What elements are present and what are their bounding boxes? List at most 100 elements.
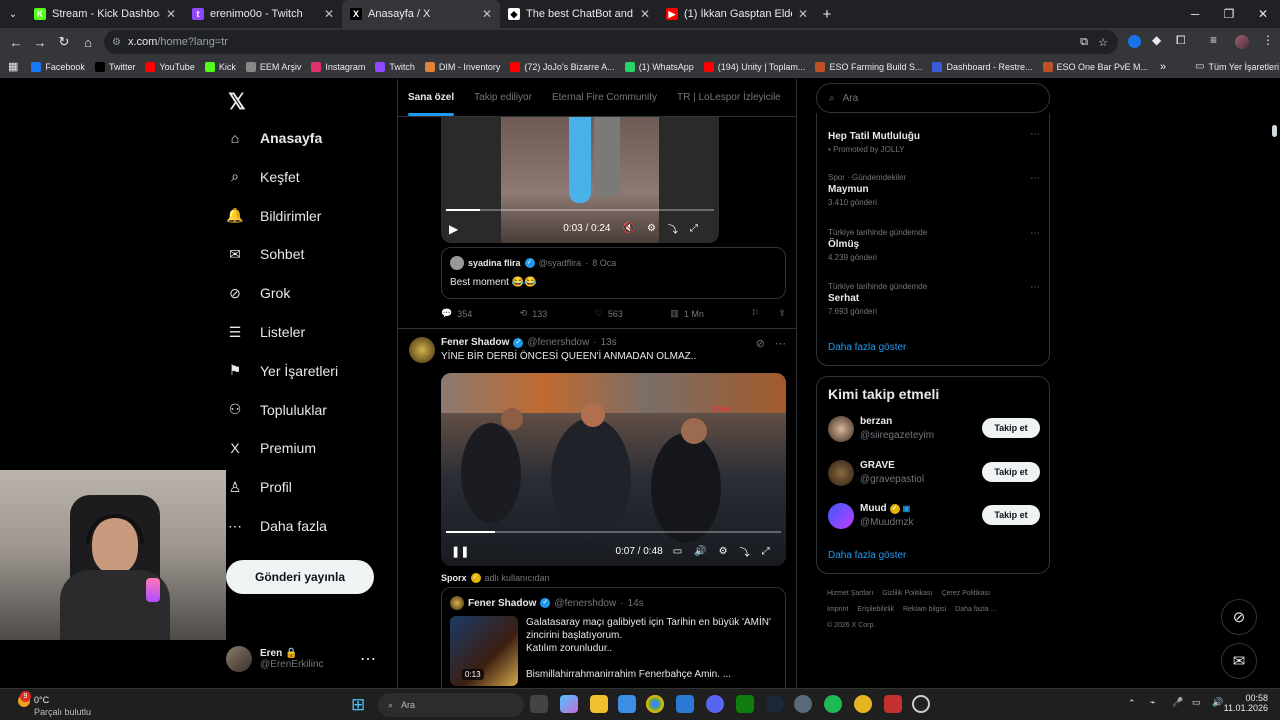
home-button[interactable]: ⌂ [76,35,100,50]
nav-item-home[interactable]: ⌂ Anasayfa [226,129,323,147]
mail-app-icon[interactable] [676,695,694,713]
tab-close-icon[interactable]: ✕ [798,7,808,21]
quoted-post[interactable]: syadina flira ✓ @syadflira · 8 Oca Best … [441,247,786,299]
page-scrollbar-thumb[interactable] [1272,125,1277,137]
app-icon[interactable] [794,695,812,713]
nav-item-communities[interactable]: ⚇ Topluluklar [226,401,327,419]
network-wired-icon[interactable]: ▭ [1192,697,1201,708]
account-switcher[interactable]: Eren 🔒 @ErenErkilinc ⋯ [226,641,386,677]
footer-link[interactable]: Daha fazla ... [955,606,996,613]
follow-suggestion[interactable]: Muud ✓ ▣ @Muudmzk Takip et [828,501,1040,537]
trend-item[interactable]: Türkiye tarihinde gündemde Serhat 7.693 gö… [828,282,1040,316]
install-app-icon[interactable]: ⧉ [1080,36,1088,49]
tab-lolespor[interactable]: TR | LoLespor İzleyicile [667,79,791,116]
trend-more-icon[interactable]: ⋯ [1030,282,1040,293]
follow-button[interactable]: Takip et [982,418,1040,438]
extension-icon-blue[interactable] [1128,35,1141,48]
post2-video[interactable]: DHA ❚❚ 0:07 / 0:48 ▭ 🔊 ⚙ ⤵ ⤢ [441,373,786,566]
post-author-name[interactable]: Fener Shadow [441,337,509,348]
bookmark-icon[interactable]: ⚐ [751,308,759,319]
quote-video-thumbnail[interactable]: 0:13 [450,616,518,686]
app-icon-yellow[interactable] [854,695,872,713]
trend-more-icon[interactable]: ⋯ [1030,129,1040,140]
browser-tab[interactable]: K Stream - Kick Dashboard ✕ [26,0,184,28]
site-info-icon[interactable]: ⚙ [112,37,121,48]
copilot-icon[interactable] [560,695,578,713]
tab-close-icon[interactable]: ✕ [640,7,650,21]
taskbar-search-input[interactable]: ⌕ Ara [378,693,524,717]
play-icon[interactable]: ▶ [449,222,458,236]
fullscreen-icon[interactable]: ⤢ [762,546,770,557]
nav-item-x-premium[interactable]: X Premium [226,439,316,457]
bookmark-item[interactable]: Dashboard - Restre... [927,61,1037,72]
avatar[interactable] [409,337,435,363]
bookmark-item[interactable]: Kick [200,61,241,72]
windows-start-icon[interactable]: ⊞ [351,695,365,715]
trends-show-more-link[interactable]: Daha fazla göster [828,342,906,353]
nav-item-bookmark[interactable]: ⚑ Yer İşaretleri [226,362,338,380]
nav-item-bell[interactable]: 🔔 Bildirimler [226,207,321,225]
search-input[interactable]: ⌕ Ara [816,83,1050,113]
profile-avatar[interactable] [1235,35,1249,49]
bookmark-item[interactable]: (194) Unity | Toplam... [699,61,811,72]
all-bookmarks-folder[interactable]: ▭ Tüm Yer İşaretleri [1190,61,1280,72]
bookmark-item[interactable]: ESO Farming Build S... [810,61,927,72]
rotate-icon[interactable]: ⤵ [740,544,750,559]
bookmark-item[interactable]: DIM - Inventory [420,61,506,72]
views-button[interactable]: ▥ 1 Mn [670,308,704,319]
chrome-icon[interactable] [646,695,664,713]
footer-link[interactable]: Gizlilik Politikası [882,590,932,597]
xbox-icon[interactable] [736,695,754,713]
nav-item-more[interactable]: ⋯ Daha fazla [226,517,327,535]
mute-icon[interactable]: 🔇 [623,223,635,234]
captions-icon[interactable]: ▭ [673,546,682,557]
video-progress-bar[interactable] [446,531,781,533]
bookmark-item[interactable]: (72) JoJo's Bizarre A... [505,61,619,72]
browser-tab[interactable]: ▶ (1) İkkan Gasptan Elde Ettiği G ✕ [658,0,816,28]
volume-icon[interactable]: 🔊 [694,546,706,557]
new-tab-button[interactable]: + [816,6,838,23]
notes-icon[interactable] [884,695,902,713]
tab-close-icon[interactable]: ✕ [324,7,334,21]
trend-item[interactable]: Hep Tatil Mutluluğu ▪ Promoted by JOLLY ⋯ [828,129,1040,154]
account-more-icon[interactable]: ⋯ [360,649,376,669]
footer-link[interactable]: Reklam bilgisi [903,606,946,613]
quoted-post[interactable]: Fener Shadow ✓ @fenershdow · 14s 0:13 Ga… [441,587,786,688]
post-button[interactable]: Gönderi yayınla [226,560,374,594]
grok-fab-button[interactable]: ⊘ [1221,599,1257,635]
nav-item-list[interactable]: ☰ Listeler [226,323,305,341]
steam-icon[interactable] [766,695,784,713]
obs-icon[interactable] [912,695,930,713]
reload-button[interactable]: ↻ [52,34,76,50]
bookmark-item[interactable]: Facebook [26,61,90,72]
nav-item-mail[interactable]: ✉ Sohbet [226,245,304,263]
tab-following[interactable]: Takip ediliyor [464,79,542,116]
bookmark-item[interactable]: Twitter [90,61,141,72]
microphone-tray-icon[interactable]: 🎤 [1172,697,1183,708]
url-bar[interactable]: ⚙ x.com/home?lang=tr ⧉ ☆ [104,30,1118,54]
x-logo-icon[interactable]: 𝕏 [228,89,246,115]
close-window-button[interactable]: ✕ [1246,0,1280,28]
restore-button[interactable]: ❐ [1212,0,1246,28]
footer-link[interactable]: Imprint [827,606,848,613]
reply-button[interactable]: 💬 354 [441,308,472,319]
fullscreen-icon[interactable]: ⤢ [690,223,698,234]
store-icon[interactable] [618,695,636,713]
tab-list-chevron-icon[interactable]: ⌄ [0,9,26,20]
bookmark-item[interactable]: ESO One Bar PvE M... [1038,61,1154,72]
rotate-icon[interactable]: ⤵ [668,221,678,236]
browser-tab[interactable]: ◆ The best ChatBot and Widgets ✕ [500,0,658,28]
bookmark-item[interactable]: Instagram [306,61,370,72]
tab-for-you[interactable]: Sana özel [398,79,464,116]
clock[interactable]: 00:58 11.01.2026 [1224,693,1268,713]
media-control-icon[interactable]: ≡ [1210,33,1217,47]
bookmark-item[interactable]: (1) WhatsApp [620,61,699,72]
minimize-button[interactable]: ─ [1178,0,1212,28]
browser-tab[interactable]: X Anasayfa / X ✕ [342,0,500,28]
browser-menu-icon[interactable]: ⋮ [1262,33,1274,47]
like-button[interactable]: ♡ 563 [595,308,623,319]
follow-suggestion[interactable]: berzan @siiregazeteyim Takip et [828,414,1040,450]
back-button[interactable]: ← [4,35,28,50]
repost-button[interactable]: ⟲ 133 [520,308,548,319]
post-more-icon[interactable]: ⋯ [775,337,786,350]
